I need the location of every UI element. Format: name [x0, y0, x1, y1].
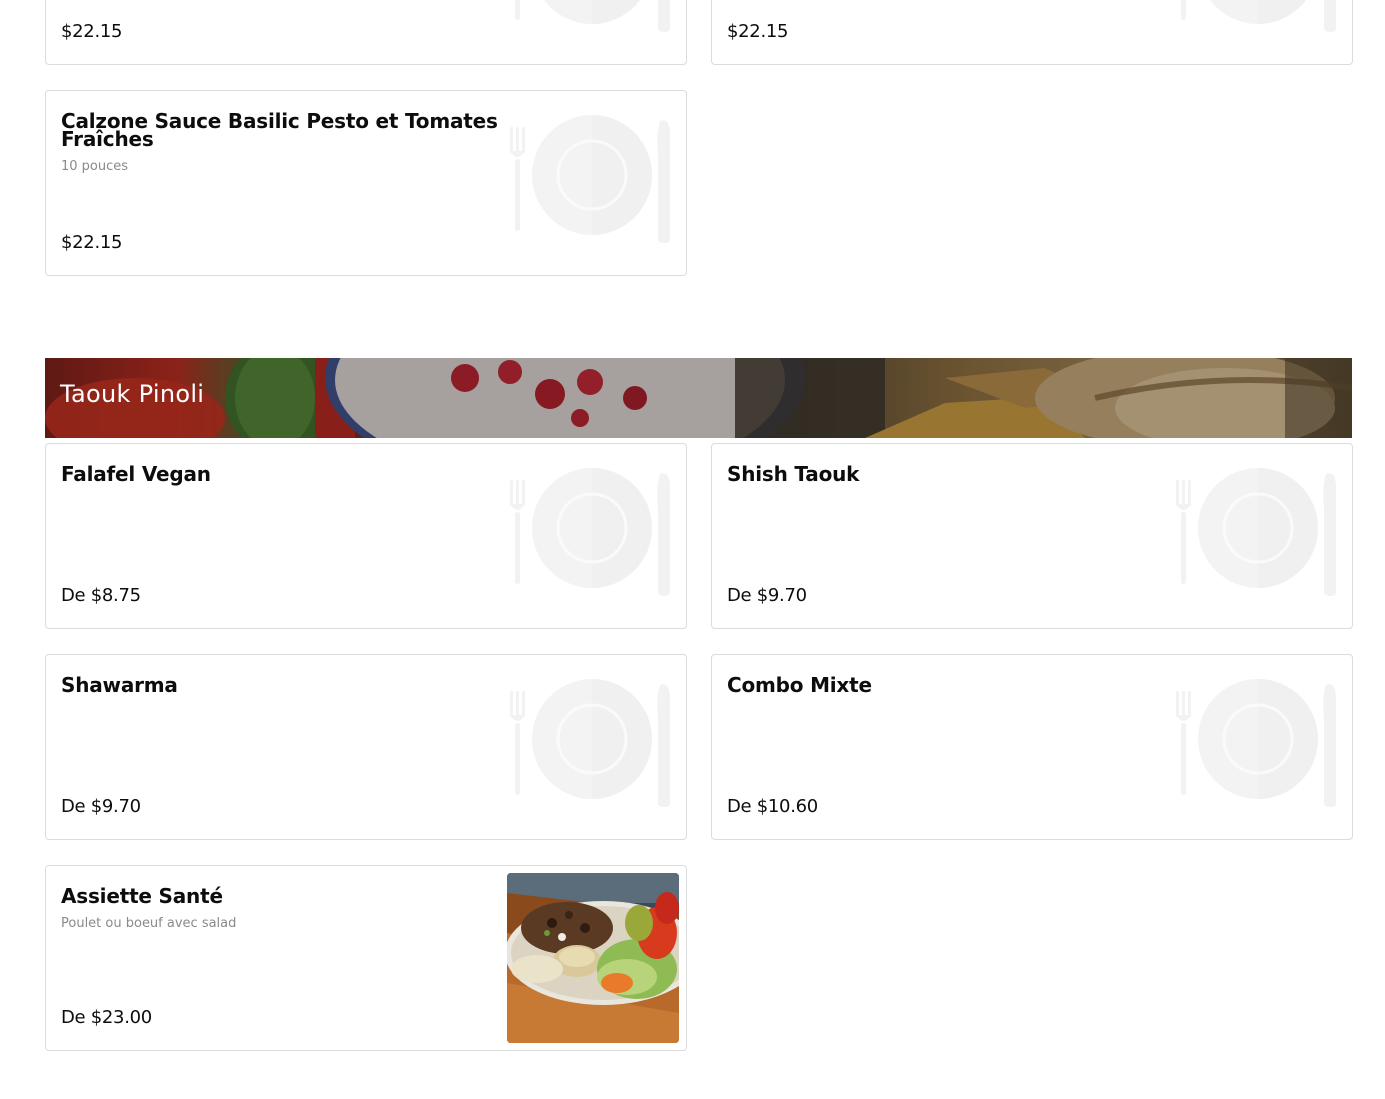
item-name: Falafel Vegan	[61, 462, 211, 486]
item-price: De $9.70	[727, 585, 807, 606]
item-name: Assiette Santé	[61, 884, 223, 908]
item-name: Shish Taouk	[727, 462, 860, 486]
menu-item-card[interactable]: Falafel Vegan De $8.75	[45, 443, 687, 629]
menu-item-card[interactable]: Combo Mixte De $10.60	[711, 654, 1353, 840]
menu-item-card[interactable]: Calzone Sauce Basilic Pesto et Tomates F…	[45, 90, 687, 276]
item-price: De $8.75	[61, 585, 141, 606]
menu-item-card[interactable]: Shish Taouk De $9.70	[711, 443, 1353, 629]
item-price: $22.15	[61, 232, 123, 253]
plate-fork-knife-icon	[510, 468, 672, 596]
menu-item-card[interactable]: Shawarma De $9.70	[45, 654, 687, 840]
section-banner-image	[45, 358, 1352, 438]
item-price: $22.15	[61, 21, 123, 42]
menu-item-card[interactable]: $22.15	[45, 0, 687, 65]
item-photo	[507, 873, 679, 1043]
item-price: De $10.60	[727, 796, 818, 817]
plate-fork-knife-icon	[1176, 679, 1338, 807]
section-banner: Taouk Pinoli	[45, 358, 1352, 438]
plate-fork-knife-icon	[1176, 468, 1338, 596]
menu-page: $22.15 $22.15 Calzone Sauce Basilic Pest…	[0, 0, 1385, 1099]
item-name: Combo Mixte	[727, 673, 872, 697]
plate-fork-knife-icon	[510, 0, 672, 32]
item-price: De $23.00	[61, 1007, 152, 1028]
plate-fork-knife-icon	[1176, 0, 1338, 32]
plate-fork-knife-icon	[510, 679, 672, 807]
item-description: 10 pouces	[61, 159, 129, 174]
menu-item-card[interactable]: Assiette Santé Poulet ou boeuf avec sala…	[45, 865, 687, 1051]
item-name: Calzone Sauce Basilic Pesto et Tomates F…	[61, 109, 498, 151]
item-name: Shawarma	[61, 673, 178, 697]
item-price: De $9.70	[61, 796, 141, 817]
section-title: Taouk Pinoli	[60, 380, 205, 408]
menu-item-card[interactable]: $22.15	[711, 0, 1353, 65]
item-description: Poulet ou boeuf avec salad	[61, 916, 237, 931]
plate-fork-knife-icon	[510, 115, 672, 243]
item-price: $22.15	[727, 21, 789, 42]
